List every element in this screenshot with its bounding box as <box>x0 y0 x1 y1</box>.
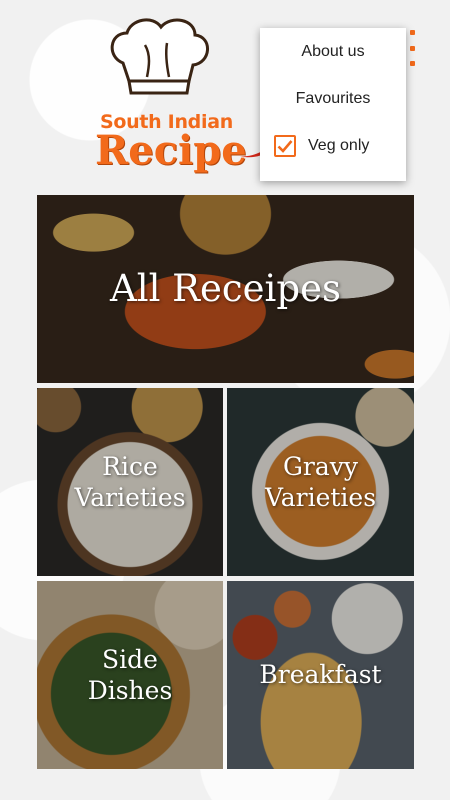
tile-side-dishes[interactable]: Side Dishes <box>37 581 223 769</box>
veg-only-checkbox[interactable] <box>274 134 296 157</box>
menu-item-favourites[interactable]: Favourites <box>260 75 406 122</box>
tile-label-line: Varieties <box>264 483 377 512</box>
tile-rice-varieties[interactable]: Rice Varieties <box>37 388 223 576</box>
tile-label-line: Varieties <box>74 483 186 512</box>
overflow-dropdown-menu: About us Favourites Veg only <box>260 28 406 181</box>
overflow-menu-icon[interactable] <box>404 30 420 66</box>
tile-all-recipes[interactable]: All Receipes <box>37 195 414 383</box>
tile-label-line: Gravy <box>282 451 359 481</box>
checkmark-icon <box>277 139 293 153</box>
menu-item-label: Veg only <box>308 136 370 154</box>
tile-breakfast[interactable]: Breakfast <box>227 581 414 769</box>
tile-label: All Receipes <box>110 266 341 310</box>
tile-label-line: Side <box>102 644 158 674</box>
menu-item-label: About us <box>301 42 365 60</box>
tile-label: Rice Varieties <box>74 451 185 514</box>
menu-item-about-us[interactable]: About us <box>260 28 406 75</box>
tile-gravy-varieties[interactable]: Gravy Varieties <box>227 388 414 576</box>
menu-item-label: Favourites <box>295 89 371 107</box>
tile-label: Side Dishes <box>88 644 173 707</box>
tile-label-line: Dishes <box>87 676 173 705</box>
chef-hat-icon <box>110 18 209 95</box>
menu-item-veg-only[interactable]: Veg only <box>260 122 406 169</box>
logo-title: Recipe <box>95 127 247 174</box>
tile-label-line: Rice <box>102 451 158 481</box>
tile-label: Breakfast <box>259 660 382 690</box>
tile-label: Gravy Varieties <box>265 451 376 514</box>
